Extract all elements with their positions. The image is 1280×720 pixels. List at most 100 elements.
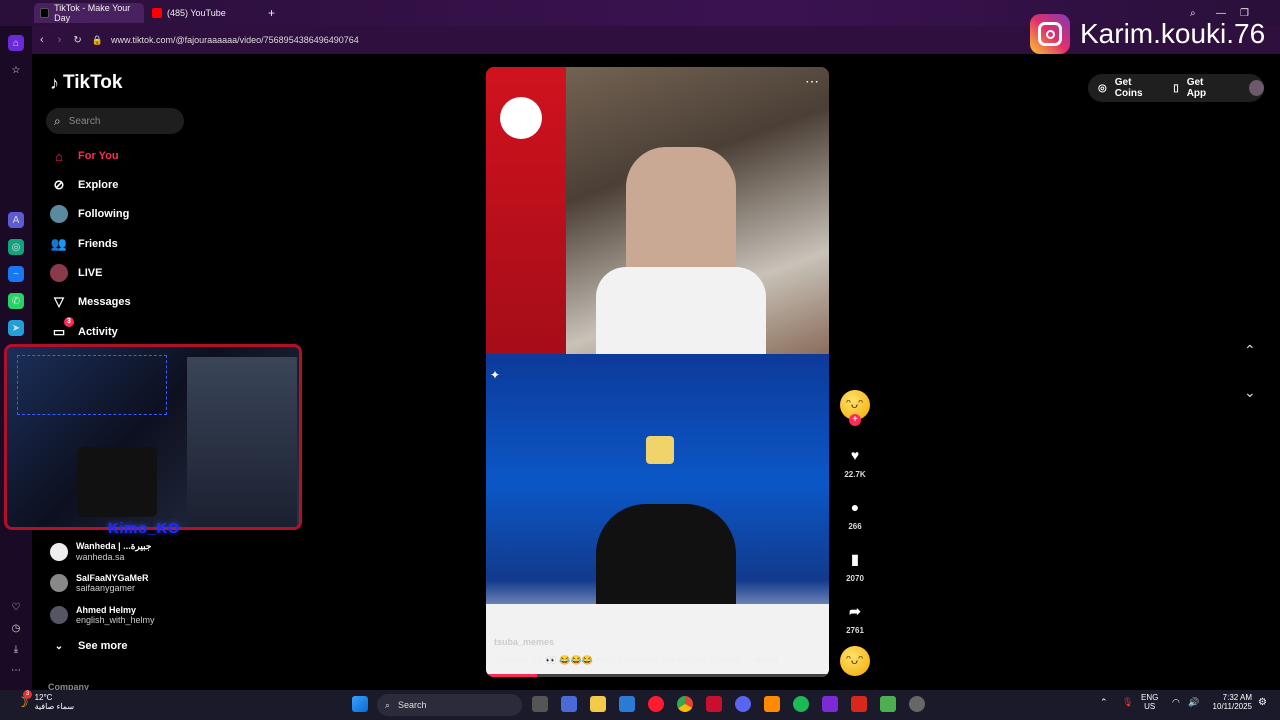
streamer-video-frame: ⋯: [486, 67, 829, 357]
avatar: [50, 542, 68, 561]
wifi-icon[interactable]: ◠: [1172, 697, 1180, 708]
get-app-button[interactable]: Get App: [1187, 77, 1223, 99]
url-field[interactable]: www.tiktok.com/@fajouraaaaaa/video/75689…: [111, 35, 359, 45]
windows-start-icon[interactable]: [352, 696, 368, 712]
friends-icon: 👥: [50, 236, 68, 251]
comment-icon: ●: [850, 499, 860, 515]
progress-bar[interactable]: [486, 674, 829, 677]
chrome-icon[interactable]: [677, 696, 693, 712]
bookmark-star-icon[interactable]: ☆: [8, 62, 24, 78]
history-icon[interactable]: ◷: [8, 620, 24, 636]
task-view-icon[interactable]: [532, 696, 548, 712]
search-input[interactable]: ⌕ Search: [46, 108, 184, 134]
uploader-name[interactable]: tsuba_memes: [494, 637, 554, 647]
webcam-overlay: [4, 344, 302, 530]
moon-icon: ☽ 3: [16, 689, 32, 711]
see-more-button[interactable]: ⌄ See more: [50, 637, 128, 655]
lock-icon: 🔒: [91, 34, 103, 45]
following-account[interactable]: Ahmed Helmy english_with_helmy: [50, 605, 155, 625]
video-more-icon[interactable]: ⋯: [805, 73, 819, 90]
clock[interactable]: 7:32 AM 10/11/2025: [1204, 693, 1252, 711]
chevron-down-icon: ⌄: [54, 640, 64, 652]
video-caption: @gooba_off 👀 😂😂😂 #kick #streamer #hightl…: [494, 655, 778, 665]
music-disc[interactable]: ᵔᴗᵔ: [840, 646, 870, 676]
volume-icon[interactable]: 🔊: [1188, 697, 1199, 708]
heart-icon: ♥: [850, 447, 860, 463]
new-tab-button[interactable]: +: [262, 3, 280, 23]
reload-icon[interactable]: ↻: [73, 35, 81, 46]
instagram-icon: [1030, 14, 1070, 54]
notification-gear-icon[interactable]: ⚙: [1258, 697, 1267, 708]
like-button[interactable]: ♥ 22.7K: [840, 440, 870, 479]
discord-icon[interactable]: [735, 696, 751, 712]
taskbar-search[interactable]: ⌕ Search: [377, 694, 522, 716]
opera-gx-icon[interactable]: [648, 696, 664, 712]
share-icon: ➦: [849, 602, 861, 619]
phone-icon: ▯: [1173, 82, 1179, 94]
search-icon: ⌕: [385, 699, 391, 710]
clip-video-frame: ✦: [486, 354, 829, 677]
nav-friends[interactable]: 👥 Friends: [50, 235, 118, 253]
language-indicator[interactable]: ENG US: [1141, 693, 1158, 711]
get-coins-button[interactable]: Get Coins: [1115, 77, 1159, 99]
obs-icon[interactable]: [909, 696, 925, 712]
couple-image: [596, 504, 736, 614]
instagram-overlay: Karim.kouki.76: [1030, 14, 1265, 54]
share-button[interactable]: ➦ 2761: [840, 596, 870, 636]
tiktok-favicon-icon: [40, 8, 50, 18]
top-actions: ◎ Get Coins ▯ Get App: [1088, 74, 1265, 102]
activity-icon: ▭ 3: [50, 317, 74, 341]
forward-icon[interactable]: ›: [58, 34, 62, 46]
jersey-image: [596, 267, 766, 357]
office-icon[interactable]: [851, 696, 867, 712]
live-avatar-icon: [50, 264, 68, 282]
home-icon[interactable]: ⌂: [8, 35, 24, 51]
nav-following[interactable]: Following: [50, 205, 129, 223]
microphone-icon[interactable]: 🎙: [1122, 697, 1133, 708]
search-icon: ⌕: [54, 113, 61, 128]
avatar: [50, 574, 68, 592]
nav-for-you[interactable]: ⌂ For You: [50, 147, 118, 165]
tab-tiktok[interactable]: TikTok - Make Your Day: [34, 3, 144, 23]
chair-image: [77, 447, 157, 517]
nav-explore[interactable]: ⊘ Explore: [50, 176, 119, 194]
photos-icon[interactable]: [619, 696, 635, 712]
store-icon[interactable]: [561, 696, 577, 712]
heart-icon[interactable]: ♡: [8, 599, 24, 615]
progress-fill: [486, 674, 538, 677]
nav-messages[interactable]: ▽ Messages: [50, 293, 131, 311]
spotify-icon[interactable]: [793, 696, 809, 712]
chevron-up-icon[interactable]: ⌃: [1244, 342, 1256, 359]
whatsapp-icon[interactable]: ✆: [8, 293, 24, 309]
nav-activity[interactable]: ▭ 3 Activity: [50, 317, 118, 341]
app-purple-icon[interactable]: [822, 696, 838, 712]
app-red-icon[interactable]: [706, 696, 722, 712]
aria-icon[interactable]: A: [8, 212, 24, 228]
tab-youtube[interactable]: (485) YouTube: [146, 3, 256, 23]
cam-tag: Kimo_KO: [108, 520, 180, 537]
chevron-up-tray-icon[interactable]: ⌃: [1100, 697, 1108, 708]
download-icon[interactable]: ⤓: [8, 641, 24, 657]
nav-live[interactable]: LIVE: [50, 264, 102, 282]
comment-button[interactable]: ● 266: [840, 492, 870, 531]
weather-widget[interactable]: ☽ 3 12°C سماء صافية: [16, 689, 74, 711]
more-button[interactable]: more: [756, 655, 778, 665]
chatgpt-icon[interactable]: ◎: [8, 239, 24, 255]
following-account[interactable]: Wanheda | ...جبيرة wanheda.sa: [50, 541, 151, 562]
minecraft-icon[interactable]: [880, 696, 896, 712]
vlc-icon[interactable]: [764, 696, 780, 712]
avatar: [50, 606, 68, 624]
tiktok-logo[interactable]: ♪ TikTok: [50, 72, 122, 94]
back-icon[interactable]: ‹: [40, 34, 44, 46]
messenger-icon[interactable]: ~: [8, 266, 24, 282]
send-icon: ▽: [54, 294, 64, 309]
file-explorer-icon[interactable]: [590, 696, 606, 712]
telegram-icon[interactable]: ➤: [8, 320, 24, 336]
chevron-down-icon[interactable]: ⌄: [1244, 384, 1256, 401]
more-icon[interactable]: ⋯: [8, 662, 24, 678]
following-account[interactable]: SalFaaNYGaMeR saifaanygamer: [50, 573, 149, 593]
video-player[interactable]: ⋯ ✦: [486, 67, 829, 677]
save-button[interactable]: ▮ 2070: [840, 544, 870, 584]
profile-avatar[interactable]: [1248, 80, 1265, 96]
follow-button[interactable]: +: [849, 414, 861, 426]
